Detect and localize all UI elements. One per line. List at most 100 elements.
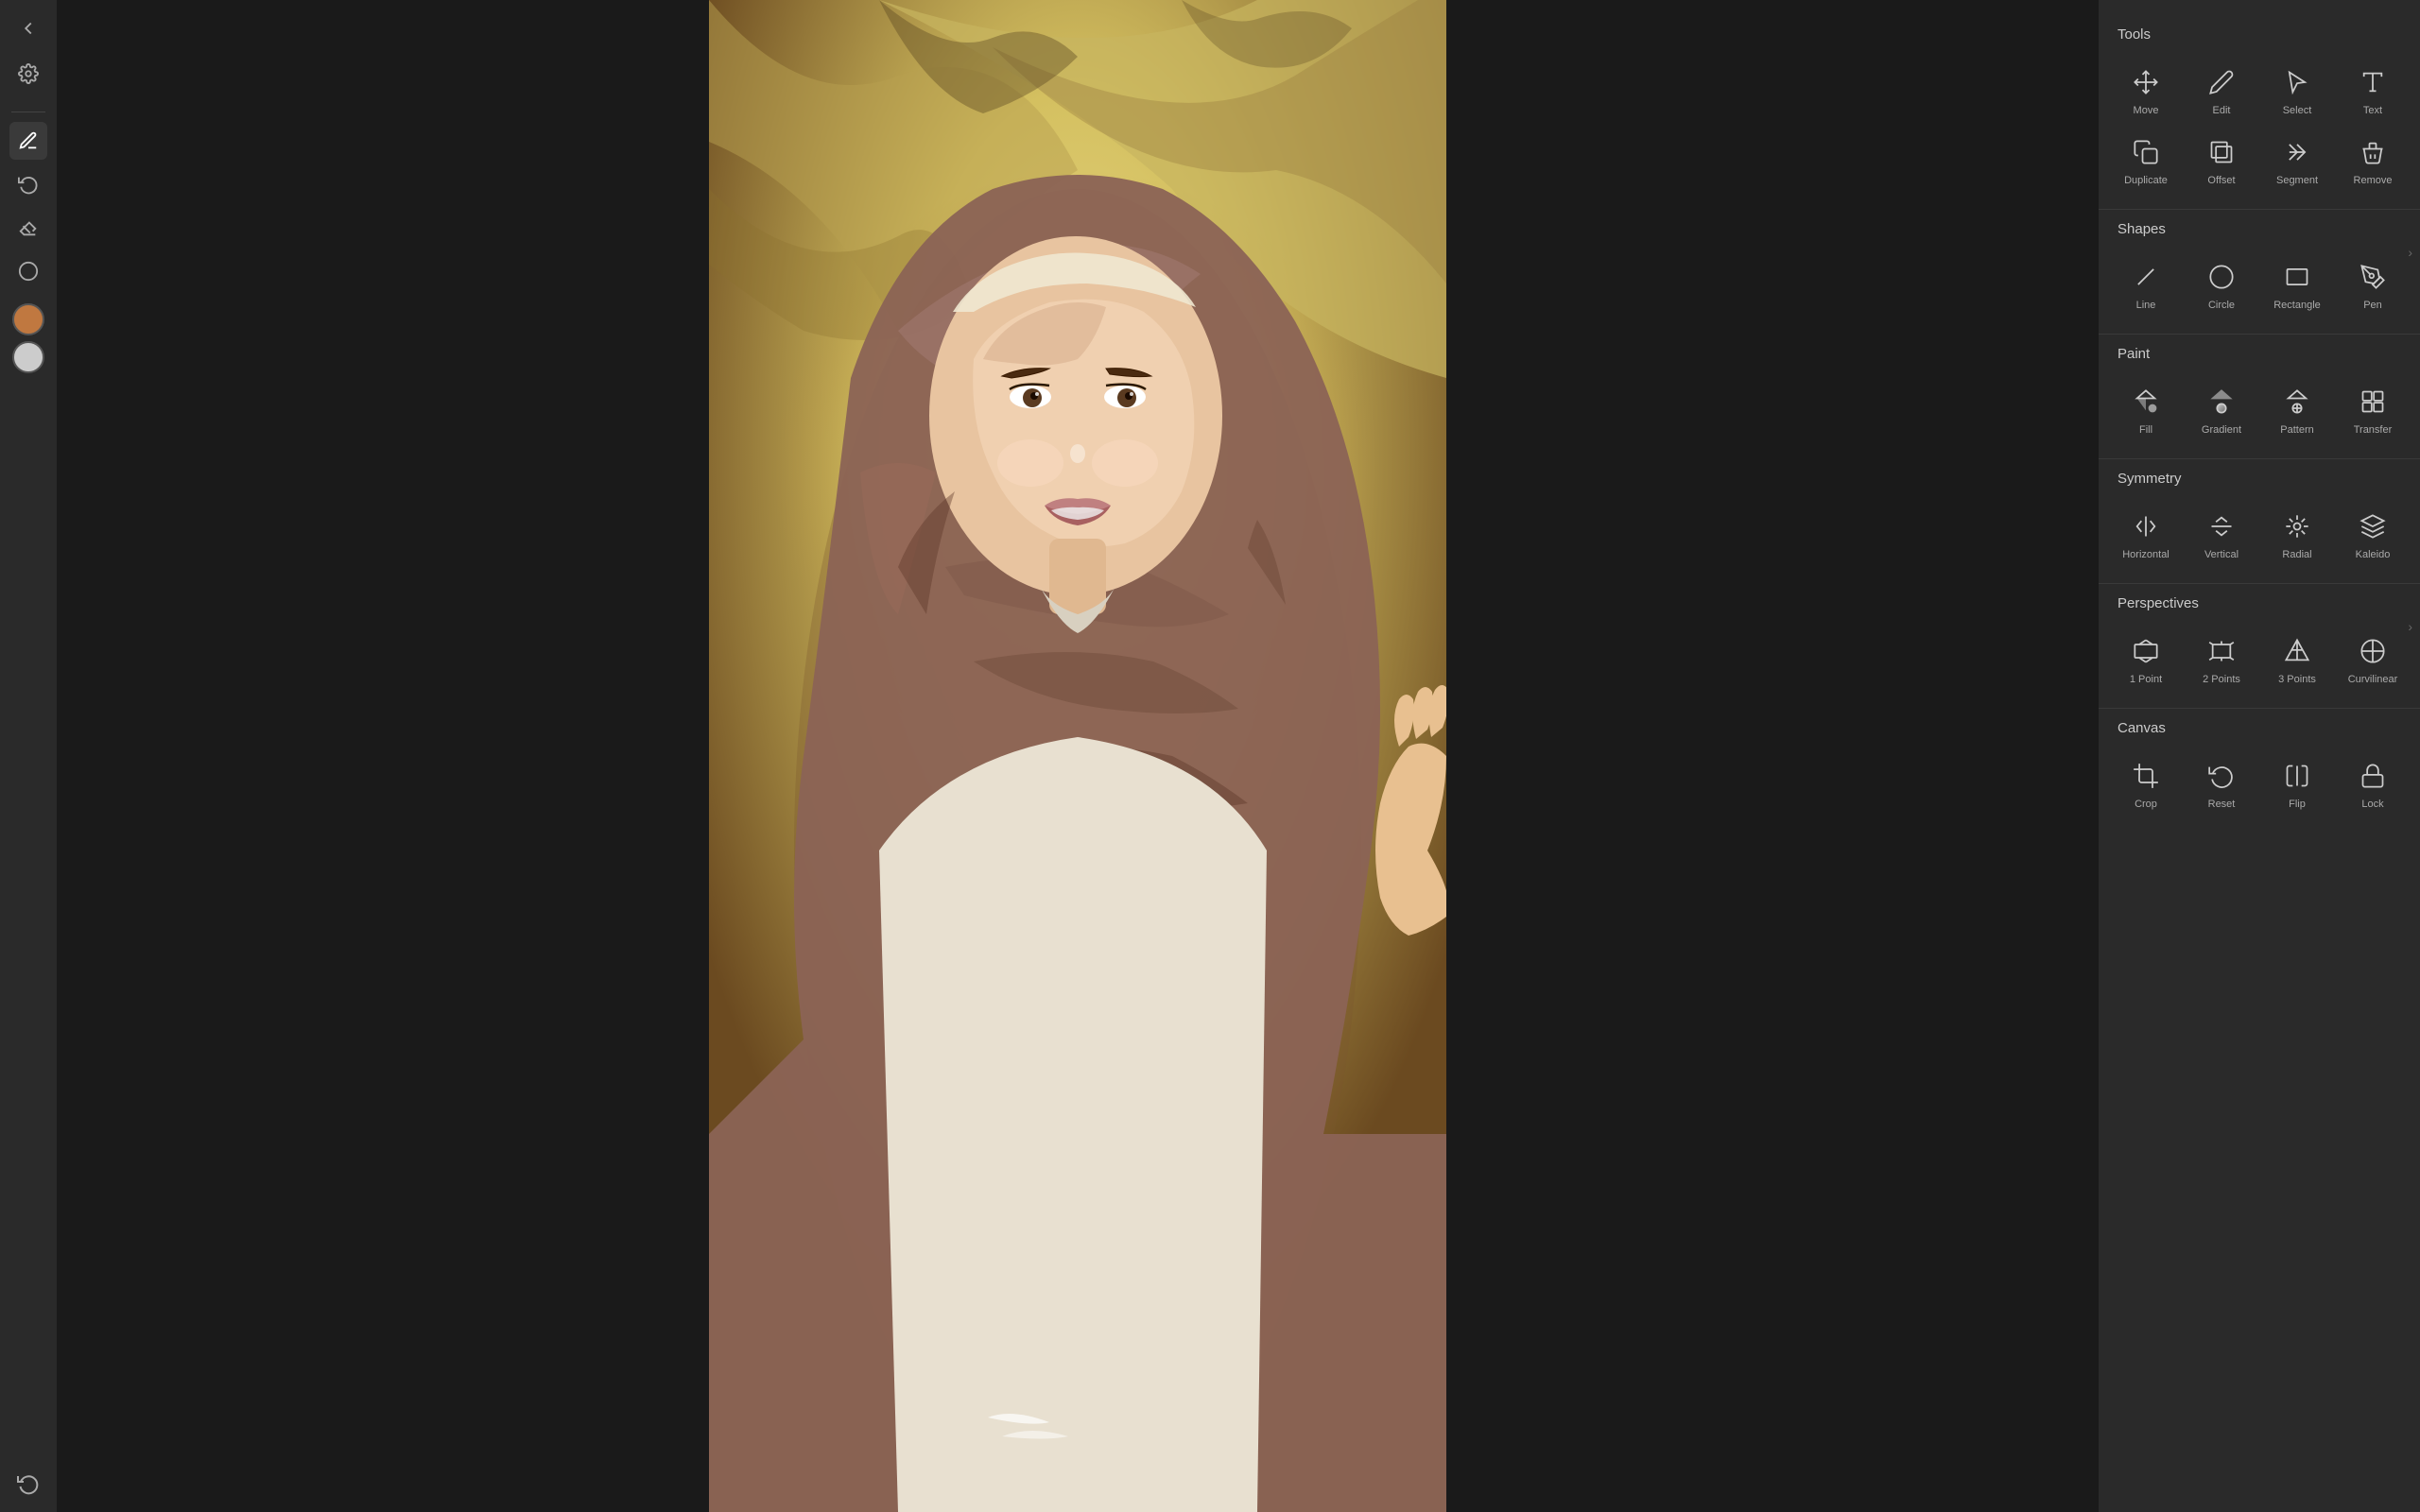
lock-icon: [2356, 759, 2390, 793]
perspectives-chevron: ›: [2408, 619, 2412, 634]
tool-edit[interactable]: Edit: [2184, 54, 2259, 124]
tool-line[interactable]: Line: [2108, 249, 2184, 318]
top-icons: [9, 9, 47, 93]
secondary-color-swatch[interactable]: [12, 341, 44, 373]
tools-section: Tools Move E: [2099, 19, 2420, 205]
reset-label: Reset: [2208, 799, 2236, 810]
gradient-icon: [2204, 385, 2238, 419]
divider-shapes: [2099, 209, 2420, 210]
undo-sidebar-tool[interactable]: [9, 165, 47, 203]
eraser-sidebar-tool[interactable]: [9, 209, 47, 247]
duplicate-icon: [2129, 135, 2163, 169]
divider-canvas: [2099, 708, 2420, 709]
circle-label: Circle: [2208, 300, 2235, 311]
back-icon[interactable]: [9, 9, 47, 47]
settings-icon[interactable]: [9, 55, 47, 93]
tool-horizontal[interactable]: Horizontal: [2108, 498, 2184, 568]
tool-text[interactable]: Text: [2335, 54, 2411, 124]
duplicate-label: Duplicate: [2124, 175, 2168, 186]
tool-duplicate[interactable]: Duplicate: [2108, 124, 2184, 194]
artwork[interactable]: [709, 0, 1446, 1512]
1point-icon: [2129, 634, 2163, 668]
paint-grid: Fill Gradient: [2099, 369, 2420, 455]
shapes-section: Shapes › Line Circle: [2099, 214, 2420, 330]
tool-vertical[interactable]: Vertical: [2184, 498, 2259, 568]
right-panel: Tools Move E: [2099, 0, 2420, 1512]
tool-segment[interactable]: Segment: [2259, 124, 2335, 194]
offset-icon: [2204, 135, 2238, 169]
tools-grid: Move Edit Select: [2099, 50, 2420, 205]
tool-reset[interactable]: Reset: [2184, 747, 2259, 817]
perspectives-section: Perspectives › 1 Point: [2099, 588, 2420, 704]
rectangle-label: Rectangle: [2273, 300, 2321, 311]
remove-label: Remove: [2354, 175, 2393, 186]
tool-offset[interactable]: Offset: [2184, 124, 2259, 194]
tool-curvilinear[interactable]: Curvilinear: [2335, 623, 2411, 693]
tool-remove[interactable]: Remove: [2335, 124, 2411, 194]
remove-icon: [2356, 135, 2390, 169]
flip-icon: [2280, 759, 2314, 793]
offset-label: Offset: [2207, 175, 2235, 186]
select-icon: [2280, 65, 2314, 99]
tool-flip[interactable]: Flip: [2259, 747, 2335, 817]
tool-transfer[interactable]: Transfer: [2335, 373, 2411, 443]
tool-3points[interactable]: 3 Points: [2259, 623, 2335, 693]
circle-shape-icon: [2204, 260, 2238, 294]
shapes-chevron: ›: [2408, 245, 2412, 260]
tool-crop[interactable]: Crop: [2108, 747, 2184, 817]
tool-radial[interactable]: Radial: [2259, 498, 2335, 568]
perspectives-grid: › 1 Point: [2099, 619, 2420, 704]
divider-perspectives: [2099, 583, 2420, 584]
3points-label: 3 Points: [2278, 674, 2316, 685]
transfer-label: Transfer: [2354, 424, 2393, 436]
pen-icon: [2356, 260, 2390, 294]
tool-select[interactable]: Select: [2259, 54, 2335, 124]
tool-lock[interactable]: Lock: [2335, 747, 2411, 817]
primary-color-swatch[interactable]: [12, 303, 44, 335]
radial-label: Radial: [2282, 549, 2311, 560]
horizontal-icon: [2129, 509, 2163, 543]
tool-circle[interactable]: Circle: [2184, 249, 2259, 318]
paint-section-title: Paint: [2099, 338, 2420, 369]
tool-2points[interactable]: 2 Points: [2184, 623, 2259, 693]
canvas-grid: Crop Reset: [2099, 744, 2420, 829]
divider-symmetry: [2099, 458, 2420, 459]
canvas-area[interactable]: [57, 0, 2099, 1512]
kaleido-label: Kaleido: [2356, 549, 2391, 560]
rectangle-icon: [2280, 260, 2314, 294]
tool-gradient[interactable]: Gradient: [2184, 373, 2259, 443]
gradient-label: Gradient: [2202, 424, 2241, 436]
reset-icon: [2204, 759, 2238, 793]
symmetry-section: Symmetry Horizontal: [2099, 463, 2420, 579]
tool-kaleido[interactable]: Kaleido: [2335, 498, 2411, 568]
shapes-section-title: Shapes: [2099, 214, 2420, 245]
3points-icon: [2280, 634, 2314, 668]
tool-1point[interactable]: 1 Point: [2108, 623, 2184, 693]
undo-bottom[interactable]: [9, 1465, 47, 1503]
symmetry-grid: Horizontal Vertical: [2099, 494, 2420, 579]
fill-icon: [2129, 385, 2163, 419]
vertical-icon: [2204, 509, 2238, 543]
kaleido-icon: [2356, 509, 2390, 543]
tool-pattern[interactable]: Pattern: [2259, 373, 2335, 443]
move-label: Move: [2134, 105, 2159, 116]
symmetry-section-title: Symmetry: [2099, 463, 2420, 494]
circle-sidebar-tool[interactable]: [9, 252, 47, 290]
tool-fill[interactable]: Fill: [2108, 373, 2184, 443]
horizontal-label: Horizontal: [2122, 549, 2169, 560]
pen-label: Pen: [2363, 300, 2382, 311]
line-icon: [2129, 260, 2163, 294]
crop-icon: [2129, 759, 2163, 793]
2points-icon: [2204, 634, 2238, 668]
tool-rectangle[interactable]: Rectangle: [2259, 249, 2335, 318]
vertical-label: Vertical: [2204, 549, 2238, 560]
transfer-icon: [2356, 385, 2390, 419]
edit-icon: [2204, 65, 2238, 99]
paint-section: Paint Fill: [2099, 338, 2420, 455]
tool-move[interactable]: Move: [2108, 54, 2184, 124]
tool-pen[interactable]: Pen: [2335, 249, 2411, 318]
2points-label: 2 Points: [2203, 674, 2240, 685]
brush-sidebar-tool[interactable]: [9, 122, 47, 160]
crop-label: Crop: [2135, 799, 2157, 810]
fill-label: Fill: [2139, 424, 2152, 436]
